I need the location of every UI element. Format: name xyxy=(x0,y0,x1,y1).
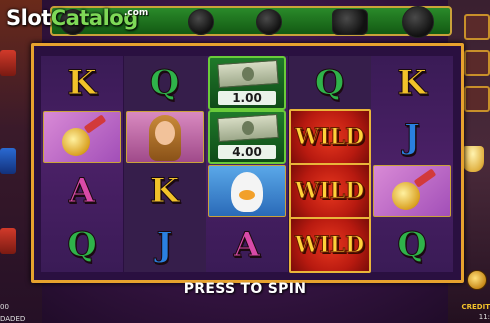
reel-cell xyxy=(41,110,123,164)
reel-cell: A xyxy=(206,218,288,272)
potion-icon xyxy=(373,165,451,217)
reels-grid: K A Q Q K J 1.00 4.00 A Q WILD WILD WILD K J Q xyxy=(41,56,453,273)
red-bucket-icon xyxy=(0,50,16,76)
picture-frame-icon xyxy=(464,86,490,112)
reel-cell xyxy=(206,164,288,218)
reel-cell: 1.00 xyxy=(206,56,288,110)
spin-prompt[interactable]: PRESS TO SPIN xyxy=(0,281,490,297)
reel-cell: K xyxy=(371,56,453,110)
symbol-k: K xyxy=(397,63,428,104)
lamp-icon xyxy=(462,146,484,172)
reel-cell: Q xyxy=(124,56,206,110)
reel-cell xyxy=(371,164,453,218)
symbol-q: Q xyxy=(314,63,345,104)
banknote-icon xyxy=(217,113,279,143)
cash-stack-icon xyxy=(332,9,368,35)
symbol-j: J xyxy=(156,225,173,266)
reel-cell xyxy=(124,110,206,164)
reel-cell: WILD xyxy=(288,109,371,165)
coin-icon xyxy=(256,9,282,35)
cash-symbol: 4.00 xyxy=(208,110,286,164)
balance-value: 00 xyxy=(0,303,9,311)
reel-4: Q WILD WILD WILD xyxy=(288,56,371,273)
reel-cell: J xyxy=(124,218,206,272)
clock: 11: xyxy=(478,313,490,321)
goose-icon xyxy=(208,165,286,217)
reel-cell: 4.00 xyxy=(206,110,288,164)
footer-right: CREDIT 11: xyxy=(462,296,490,323)
banknote-icon xyxy=(217,59,279,89)
symbol-k: K xyxy=(67,63,98,104)
wild-label: WILD xyxy=(294,124,365,151)
potion-icon xyxy=(43,111,121,163)
red-bucket-icon xyxy=(0,228,16,254)
symbol-j: J xyxy=(403,117,421,158)
reel-cell: Q xyxy=(371,218,453,272)
woman-portrait-icon xyxy=(125,111,204,163)
reel-cell: WILD xyxy=(288,163,371,219)
reel-2: Q KJ xyxy=(123,56,206,272)
symbol-k: K xyxy=(149,171,180,212)
watermark-suffix: .com xyxy=(124,8,149,18)
reel-cell: Q xyxy=(41,218,123,272)
picture-frame-icon xyxy=(464,50,490,76)
reel-5: KJ Q xyxy=(371,56,453,272)
wild-symbol: WILD xyxy=(288,163,371,219)
reel-1: K AQ xyxy=(41,56,123,272)
cash-value: 1.00 xyxy=(218,91,276,105)
reel-3: 1.00 4.00 A xyxy=(206,56,288,272)
reels-frame: K A Q Q K J 1.00 4.00 A Q WILD WILD WILD K J Q xyxy=(31,43,464,283)
loading-status: DADED xyxy=(0,315,26,323)
cash-symbol: 1.00 xyxy=(208,56,286,110)
reel-cell: J xyxy=(371,110,453,164)
watermark-left: Slot xyxy=(6,6,51,30)
blue-bucket-icon xyxy=(0,148,16,174)
credit-label: CREDIT xyxy=(461,303,490,311)
wild-label: WILD xyxy=(294,178,365,205)
wild-symbol: WILD xyxy=(288,109,371,165)
wild-symbol: WILD xyxy=(288,217,371,273)
settings-coin-icon[interactable] xyxy=(467,270,487,290)
coin-icon xyxy=(188,9,214,35)
picture-frame-icon xyxy=(464,14,490,40)
reel-cell: A xyxy=(41,164,123,218)
wild-label: WILD xyxy=(294,232,365,259)
coin-icon xyxy=(402,6,434,38)
reel-cell: K xyxy=(41,56,123,110)
reel-cell: K xyxy=(124,164,206,218)
symbol-a: A xyxy=(233,225,261,266)
symbol-a: A xyxy=(68,171,96,212)
reel-cell: WILD xyxy=(288,217,371,273)
reel-cell: Q xyxy=(289,56,371,110)
watermark-logo: SlotCatalog xyxy=(6,6,138,30)
symbol-q: Q xyxy=(397,225,428,266)
symbol-q: Q xyxy=(149,63,180,104)
symbol-q: Q xyxy=(67,225,98,266)
cash-value: 4.00 xyxy=(218,145,276,159)
